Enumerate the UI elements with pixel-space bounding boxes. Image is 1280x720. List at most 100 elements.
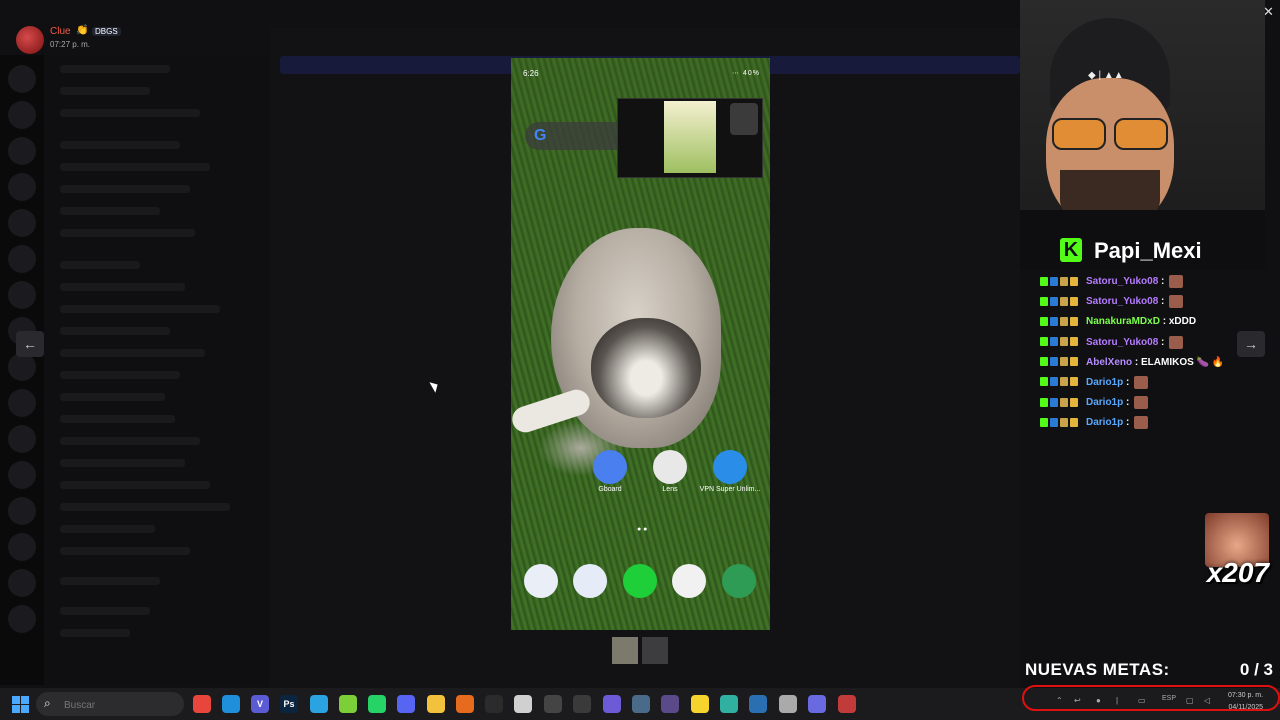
chrome-icon[interactable] <box>672 564 706 598</box>
language-indicator[interactable]: ESP <box>1162 695 1176 702</box>
audio-icon[interactable] <box>544 695 562 713</box>
photoshop-icon[interactable]: Ps <box>280 695 298 713</box>
channel-item <box>60 87 150 95</box>
chat-badges <box>1040 417 1086 428</box>
chat-separator: : <box>1158 296 1168 308</box>
server-icon <box>8 101 36 129</box>
app-label-vpn: VPN Super Unlim... <box>699 486 761 493</box>
tray-app-icon[interactable]: ● <box>1096 696 1101 705</box>
pip-meme-image <box>664 101 716 173</box>
glasses <box>1052 118 1168 150</box>
launcher-icon[interactable] <box>779 695 797 713</box>
goals-widget: NUEVAS METAS: 0 / 3 <box>1025 657 1275 683</box>
lens-icon[interactable] <box>653 450 687 484</box>
phone-screenshot: 6:26 ⋯ 40% G Gboard Lens VPN Super Unlim… <box>511 58 770 630</box>
network-icon[interactable]: ▢ <box>1186 696 1194 705</box>
chat-emote-icon <box>1169 335 1184 349</box>
server-icon <box>8 461 36 489</box>
discord-icon[interactable] <box>397 695 415 713</box>
channel-item <box>60 349 205 357</box>
firefox-icon[interactable] <box>456 695 474 713</box>
goals-label: NUEVAS METAS: <box>1025 660 1170 679</box>
taskbar-clock[interactable]: 07:30 p. m. 04/11/2025 <box>1228 690 1263 714</box>
chat-badges <box>1040 276 1086 287</box>
keyboard-icon[interactable]: ▭ <box>1138 696 1146 705</box>
leaf-app-icon[interactable] <box>722 564 756 598</box>
server-icon <box>8 425 36 453</box>
vivaldi-icon[interactable]: V <box>251 695 269 713</box>
previous-image-button[interactable]: ← <box>16 331 44 357</box>
tray-app-icon[interactable]: ↩ <box>1074 696 1081 705</box>
status-time: 6:26 <box>523 69 539 78</box>
whatsapp-icon[interactable] <box>368 695 386 713</box>
chat-badges <box>1040 337 1086 347</box>
phone-icon[interactable] <box>524 564 558 598</box>
channel-item <box>60 503 230 511</box>
file-explorer-icon[interactable] <box>427 695 445 713</box>
channel-item <box>60 371 180 379</box>
channel-list <box>44 55 269 685</box>
chat-username: Satoru_Yuko08 <box>1086 276 1159 288</box>
steam-icon[interactable] <box>573 695 591 713</box>
thumbnail-2[interactable] <box>642 637 668 664</box>
chat-badges <box>1040 377 1086 387</box>
gaming-app-icon[interactable] <box>720 695 738 713</box>
google-icon: G <box>534 127 547 144</box>
editor-icon[interactable] <box>514 695 532 713</box>
chat-message: Dario1p : <box>1040 396 1270 416</box>
streamer-name: Papi_Mexi <box>1094 238 1202 263</box>
b-app-icon[interactable] <box>623 564 657 598</box>
obs-icon[interactable] <box>485 695 503 713</box>
messages-icon[interactable] <box>573 564 607 598</box>
server-icon <box>8 497 36 525</box>
chat-badges <box>1040 296 1086 307</box>
android-icon[interactable] <box>339 695 357 713</box>
channel-item <box>60 459 185 467</box>
cortana-icon[interactable] <box>603 695 621 713</box>
emote-combo: x207 <box>1205 513 1269 593</box>
sticky-notes-icon[interactable] <box>691 695 709 713</box>
search-input[interactable] <box>62 696 176 714</box>
windows-start-icon[interactable] <box>12 696 29 713</box>
gboard-icon[interactable] <box>593 450 627 484</box>
glasses-lens <box>1052 118 1106 150</box>
status-icons: ⋯ 40% <box>732 70 760 77</box>
server-icon <box>8 353 36 381</box>
channel-item <box>60 65 170 73</box>
chat-separator: : <box>1158 336 1168 348</box>
channel-item <box>60 261 140 269</box>
chat-badges <box>1040 357 1086 367</box>
microphone-icon[interactable]: | <box>1116 696 1118 705</box>
taskbar-search[interactable]: ⌕ <box>36 692 184 716</box>
chat-emote-icon <box>1169 275 1184 288</box>
chat-message: Dario1p : <box>1040 416 1270 436</box>
chat-message: Satoru_Yuko08 : <box>1040 295 1270 315</box>
channel-item <box>60 607 150 615</box>
chat-message: Dario1p : <box>1040 375 1270 396</box>
picture-in-picture-window[interactable] <box>617 98 763 178</box>
channel-item <box>60 163 210 171</box>
chevron-up-icon[interactable]: ⌃ <box>1056 696 1063 705</box>
volume-icon[interactable]: ◁ <box>1204 696 1210 705</box>
author-name[interactable]: Clue <box>50 26 71 37</box>
channel-item <box>60 229 195 237</box>
steelseries-icon[interactable] <box>749 695 767 713</box>
chrome-icon[interactable] <box>193 695 211 713</box>
server-rail <box>0 55 44 685</box>
channel-item <box>60 577 160 585</box>
channel-item <box>60 393 165 401</box>
valorant-icon[interactable] <box>838 695 856 713</box>
telegram-icon[interactable] <box>310 695 328 713</box>
system-tray: ⌃ ↩ ● | ▭ ESP ▢ ◁ 07:30 p. m. 04/11/2025 <box>1022 685 1280 711</box>
streamdeck-icon[interactable] <box>661 695 679 713</box>
avatar[interactable] <box>16 26 44 54</box>
edge-icon[interactable] <box>222 695 240 713</box>
proton-icon[interactable] <box>808 695 826 713</box>
chat-separator: : <box>1123 377 1133 389</box>
chat-badges <box>1040 316 1086 327</box>
chat-message: AbelXeno : ELAMIKOS 🍆 🔥 <box>1040 356 1270 376</box>
server-icon <box>8 137 36 165</box>
vpn-key-icon[interactable] <box>713 450 747 484</box>
thumbnail-1[interactable] <box>612 637 638 664</box>
image-app-icon[interactable] <box>632 695 650 713</box>
